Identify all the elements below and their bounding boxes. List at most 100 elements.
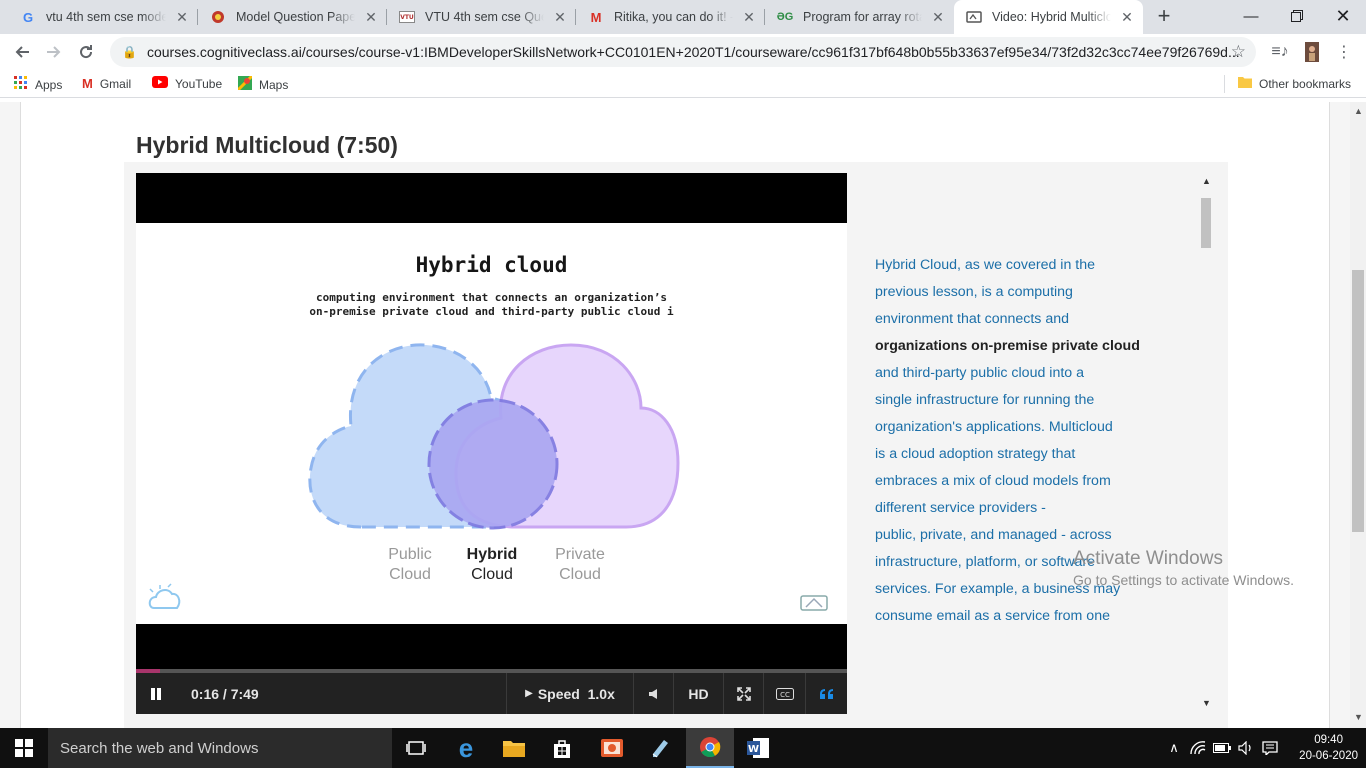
bookmark-label: Maps (259, 77, 289, 92)
windows-taskbar: Search the web and Windows e W ∧ 09:40 2… (0, 728, 1366, 768)
scroll-up-icon[interactable]: ▲ (1202, 176, 1211, 186)
show-hidden-icons[interactable]: ∧ (1162, 728, 1186, 768)
close-window-button[interactable]: ✕ (1320, 0, 1366, 32)
transcript-line[interactable]: public, private, and managed - across (875, 522, 1175, 549)
clock-date: 20-06-2020 (1299, 750, 1358, 762)
menu-icon[interactable]: ⋮ (1330, 38, 1358, 66)
closed-captions-button[interactable]: CC (763, 673, 805, 714)
scroll-down-icon[interactable]: ▼ (1354, 712, 1363, 722)
tab-3[interactable]: VTU VTU 4th sem cse Quest ✕ (387, 0, 576, 34)
transcript-line[interactable]: previous lesson, is a computing (875, 279, 1175, 306)
search-placeholder: Search the web and Windows (60, 739, 259, 757)
fullscreen-icon (736, 686, 751, 701)
speaker-icon[interactable] (1234, 728, 1258, 768)
gmail-icon: M (82, 76, 93, 91)
transcript-toggle-button[interactable] (805, 673, 847, 714)
svg-text:VTU: VTU (400, 14, 414, 21)
transcript-line-current[interactable]: organizations on-premise private cloud (875, 333, 1175, 360)
tab-6-active[interactable]: Video: Hybrid Multiclou ✕ (954, 0, 1143, 34)
speed-button[interactable]: ▶ Speed 1.0x (506, 673, 633, 714)
store-icon[interactable] (538, 728, 586, 768)
gmail-icon: M (590, 9, 602, 25)
tab-4[interactable]: M Ritika, you can do it! - ✕ (576, 0, 765, 34)
media-control-icon[interactable]: ≡♪ (1266, 38, 1294, 66)
profile-avatar[interactable] (1298, 38, 1326, 66)
transcript-line[interactable]: different service providers - (875, 495, 1175, 522)
volume-button[interactable] (633, 673, 673, 714)
minimize-button[interactable]: — (1228, 0, 1274, 32)
transcript-scrollbar[interactable]: ▲ ▼ (1198, 172, 1214, 715)
file-explorer-icon[interactable] (490, 728, 538, 768)
restore-button[interactable] (1274, 0, 1320, 32)
public-cloud-label: Public Cloud (388, 546, 432, 583)
media-player-icon[interactable] (588, 728, 636, 768)
bookmark-label: Gmail (99, 76, 132, 91)
tab-title: vtu 4th sem cse model (46, 10, 166, 24)
hd-button[interactable]: HD (673, 673, 723, 714)
transcript-line[interactable]: environment that connects and (875, 306, 1175, 333)
close-icon[interactable]: ✕ (363, 9, 379, 26)
system-clock[interactable]: 09:40 20-06-2020 (1299, 732, 1358, 764)
page-scroll-thumb[interactable] (1352, 270, 1364, 532)
transcript-line[interactable]: is a cloud adoption strategy that (875, 441, 1175, 468)
transcript-line[interactable]: single infrastructure for running the (875, 387, 1175, 414)
forward-button[interactable] (40, 38, 68, 66)
transcript-line[interactable]: consume email as a service from one (875, 603, 1175, 630)
notes-app-icon[interactable] (636, 728, 684, 768)
bookmark-label: Other bookmarks (1259, 76, 1352, 91)
battery-icon[interactable] (1210, 728, 1234, 768)
apps-grid-icon (14, 76, 28, 93)
wifi-icon[interactable] (1186, 728, 1210, 768)
transcript-line[interactable]: Hybrid Cloud, as we covered in the (875, 252, 1175, 279)
close-icon[interactable]: ✕ (174, 9, 190, 26)
scroll-up-icon[interactable]: ▲ (1354, 106, 1363, 116)
back-button[interactable] (8, 38, 36, 66)
hybrid-cloud-label: Hybrid Cloud (466, 546, 518, 583)
new-tab-button[interactable]: + (1142, 0, 1186, 32)
tab-1[interactable]: G vtu 4th sem cse model ✕ (8, 0, 198, 34)
video-title: Hybrid Multicloud (7:50) (136, 132, 398, 158)
bookmark-apps[interactable]: Apps (14, 76, 62, 93)
transcript-scroll-thumb[interactable] (1201, 198, 1211, 248)
reload-button[interactable] (72, 38, 100, 66)
transcript-line[interactable]: embraces a mix of cloud models from (875, 468, 1175, 495)
other-bookmarks[interactable]: Other bookmarks (1238, 76, 1351, 91)
private-cloud-label: Private Cloud (555, 546, 605, 583)
transcript-line[interactable]: organization's applications. Multicloud (875, 414, 1175, 441)
video-player[interactable]: Hybrid cloud computing environment that … (136, 173, 847, 714)
close-icon[interactable]: ✕ (930, 9, 946, 26)
task-view-icon[interactable] (392, 728, 440, 768)
tab-5[interactable]: ƏG Program for array rotat ✕ (765, 0, 954, 34)
windows-logo-icon (15, 739, 33, 757)
bookmark-label: Apps (35, 77, 63, 92)
folder-icon (1238, 76, 1252, 91)
close-icon[interactable]: ✕ (741, 9, 757, 26)
tab-title: VTU 4th sem cse Quest (425, 10, 544, 24)
page-scrollbar[interactable]: ▲ ▼ (1350, 102, 1366, 728)
fullscreen-button[interactable] (723, 673, 763, 714)
tab-strip: G vtu 4th sem cse model ✕ Model Question… (0, 0, 1366, 34)
scroll-down-icon[interactable]: ▼ (1202, 698, 1211, 708)
pause-button[interactable] (136, 673, 176, 714)
close-icon[interactable]: ✕ (1119, 9, 1135, 26)
edge-icon[interactable]: e (442, 728, 490, 768)
bookmark-maps[interactable]: Maps (236, 74, 289, 93)
close-icon[interactable]: ✕ (552, 9, 568, 26)
action-center-icon[interactable] (1258, 728, 1282, 768)
transcript-line[interactable]: and third-party public cloud into a (875, 360, 1175, 387)
address-bar[interactable]: 🔒 courses.cognitiveclass.ai/courses/cour… (110, 37, 1256, 67)
start-button[interactable] (0, 728, 48, 768)
chrome-icon[interactable] (686, 728, 734, 768)
video-frame: Hybrid cloud computing environment that … (136, 223, 847, 624)
bookmark-gmail[interactable]: M Gmail (82, 76, 131, 91)
bookmark-star-icon[interactable]: ☆ (1231, 42, 1246, 62)
bookmark-youtube[interactable]: YouTube (152, 76, 222, 91)
tab-2[interactable]: Model Question Paper ✕ (198, 0, 387, 34)
taskbar-search-box[interactable]: Search the web and Windows (48, 728, 392, 768)
youtube-icon (152, 76, 168, 91)
word-icon[interactable]: W (734, 728, 782, 768)
clock-time: 09:40 (1314, 734, 1343, 746)
cognitiveclass-icon (966, 9, 982, 25)
site-icon (210, 9, 226, 25)
url-text: courses.cognitiveclass.ai/courses/course… (146, 44, 1240, 60)
